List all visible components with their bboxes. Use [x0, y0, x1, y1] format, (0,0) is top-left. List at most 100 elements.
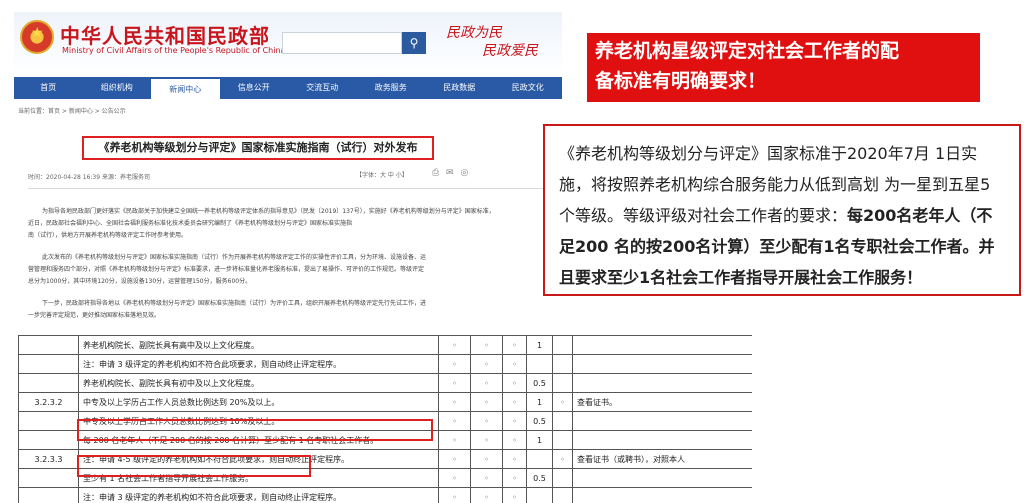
- row-score: [526, 354, 553, 374]
- row-mark: [552, 487, 573, 503]
- article-para-1b: 近日，民政部社会福利中心、全国社会福利服务标准化技术委员会研究编制了《养老机构等…: [28, 220, 353, 227]
- row-mark: ◦: [438, 449, 471, 469]
- article-title: 《养老机构等级划分与评定》国家标准实施指南（试行）对外发布: [82, 136, 434, 160]
- row-mark: ◦: [470, 392, 503, 412]
- row-mark: ◦: [502, 430, 527, 450]
- row-mark: ◦: [438, 430, 471, 450]
- article-para-3a: 下一步，民政部将指导各地以《养老机构等级划分与评定》国家标准实施指南（试行）为评…: [42, 300, 427, 307]
- row-mark: ◦: [502, 487, 527, 503]
- row-evaluation-method: [572, 335, 752, 355]
- nav-item-home[interactable]: 首页: [14, 77, 83, 99]
- site-logo-english: Ministry of Civil Affairs of the People'…: [62, 46, 286, 55]
- breadcrumb[interactable]: 当前位置：首页 > 新闻中心 > 公告公示: [18, 106, 126, 115]
- article-para-2c: 总分为1000分，其中环境120分，设施设备130分，运营管理150分，服务60…: [28, 278, 252, 285]
- row-mark: [552, 430, 573, 450]
- highlight-ratio-requirement: [77, 419, 433, 441]
- row-code: [18, 373, 79, 393]
- site-logo-chinese[interactable]: 中华人民共和国民政部: [60, 20, 270, 49]
- row-mark: ◦: [470, 468, 503, 488]
- row-code: [18, 430, 79, 450]
- row-mark: ◦: [438, 373, 471, 393]
- row-mark: [552, 468, 573, 488]
- row-requirement: 中专及以上学历占工作人员总数比例达到 20%及以上。: [78, 392, 439, 412]
- emblem-star-icon: ★: [31, 25, 44, 41]
- row-evaluation-method: [572, 468, 752, 488]
- slogan-line-2: 民政爱民: [482, 43, 538, 59]
- row-code: 3.2.3.3: [18, 449, 79, 469]
- row-mark: ◦: [502, 468, 527, 488]
- row-mark: ◦: [470, 335, 503, 355]
- row-code: [18, 354, 79, 374]
- site-search-input[interactable]: [282, 32, 402, 54]
- row-mark: ◦: [470, 430, 503, 450]
- row-mark: [552, 335, 573, 355]
- row-evaluation-method: [572, 487, 752, 503]
- row-score: 1: [526, 392, 553, 412]
- row-mark: ◦: [502, 392, 527, 412]
- row-score: 0.5: [526, 373, 553, 393]
- row-mark: ◦: [470, 487, 503, 503]
- main-nav: 首页 组织机构 新闻中心 信息公开 交流互动 政务服务 民政数据 民政文化: [14, 77, 562, 99]
- row-mark: ◦: [470, 411, 503, 431]
- nav-item-data[interactable]: 民政数据: [425, 77, 494, 99]
- font-size-control[interactable]: 【字体：大 中 小】: [356, 170, 408, 179]
- row-requirement: 注：申请 3 级评定的养老机构如不符合此项要求，则自动终止评定程序。: [78, 487, 439, 503]
- row-evaluation-method: 查看证书（或聘书），对照本人: [572, 449, 752, 469]
- nav-item-organization[interactable]: 组织机构: [83, 77, 152, 99]
- meta-divider: [28, 188, 548, 189]
- nav-item-interaction[interactable]: 交流互动: [288, 77, 357, 99]
- nav-item-services[interactable]: 政务服务: [357, 77, 426, 99]
- headline-line-1: 养老机构星级评定对社会工作者的配: [595, 40, 900, 62]
- table-row: 养老机构院长、副院长具有初中及以上文化程度。 ◦ ◦ ◦ 0.5: [18, 373, 752, 393]
- row-score: 0.5: [526, 468, 553, 488]
- headline-line-2: 备标准有明确要求！: [595, 70, 767, 92]
- row-mark: ◦: [470, 449, 503, 469]
- row-mark: ◦: [552, 392, 573, 412]
- row-requirement: 养老机构院长、副院长具有高中及以上文化程度。: [78, 335, 439, 355]
- row-score: 0.5: [526, 411, 553, 431]
- row-evaluation-method: [572, 411, 752, 431]
- slogan-line-1: 民政为民: [446, 25, 502, 41]
- row-evaluation-method: [572, 354, 752, 374]
- row-mark: ◦: [470, 354, 503, 374]
- article-para-2b: 营管理和服务四个部分，对照《养老机构等级划分与评定》标准要求，进一步将标准量化养…: [28, 266, 425, 273]
- share-icons[interactable]: ⎙ ✉ ◎: [432, 168, 470, 178]
- row-code: [18, 487, 79, 503]
- row-code: [18, 335, 79, 355]
- row-code: 3.2.3.2: [18, 392, 79, 412]
- search-icon[interactable]: ⚲: [402, 32, 426, 54]
- row-mark: ◦: [438, 392, 471, 412]
- row-code: [18, 468, 79, 488]
- row-mark: ◦: [438, 487, 471, 503]
- highlight-guidance-requirement: [77, 455, 311, 477]
- row-evaluation-method: [572, 373, 752, 393]
- row-score: [526, 449, 553, 469]
- row-mark: ◦: [438, 468, 471, 488]
- row-evaluation-method: [572, 430, 752, 450]
- article-para-1c: 南（试行），供地方开展养老机构等级评定工作时参考使用。: [28, 232, 188, 239]
- article-para-1a: 为指导各地民政部门更好落实《民政部关于加快建立全国统一养老机构等级评定体系的指导…: [42, 208, 495, 215]
- table-row: 注：申请 3 级评定的养老机构如不符合此项要求，则自动终止评定程序。 ◦ ◦ ◦: [18, 354, 752, 374]
- article-para-2a: 此次发布的《养老机构等级划分与评定》国家标准实施指南（试行）作为开展养老机构等级…: [42, 254, 427, 261]
- article-para-3b: 一步完善评定规范，更好推动国家标准落地见效。: [28, 312, 161, 319]
- row-score: 1: [526, 335, 553, 355]
- nav-item-culture[interactable]: 民政文化: [494, 77, 563, 99]
- row-score: 1: [526, 430, 553, 450]
- nav-item-disclosure[interactable]: 信息公开: [220, 77, 289, 99]
- row-mark: ◦: [502, 411, 527, 431]
- table-row: 3.2.3.2 中专及以上学历占工作人员总数比例达到 20%及以上。 ◦ ◦ ◦ 1 ◦ 查看…: [18, 392, 752, 412]
- row-requirement: 养老机构院长、副院长具有初中及以上文化程度。: [78, 373, 439, 393]
- row-score: [526, 487, 553, 503]
- row-mark: ◦: [502, 449, 527, 469]
- row-mark: [552, 373, 573, 393]
- row-code: [18, 411, 79, 431]
- row-mark: ◦: [470, 373, 503, 393]
- ministry-website-screenshot: ★ 中华人民共和国民政部 Ministry of Civil Affairs o…: [14, 12, 562, 330]
- row-requirement: 注：申请 3 级评定的养老机构如不符合此项要求，则自动终止评定程序。: [78, 354, 439, 374]
- headline-banner: 养老机构星级评定对社会工作者的配 备标准有明确要求！: [587, 33, 980, 102]
- table-row: 养老机构院长、副院长具有高中及以上文化程度。 ◦ ◦ ◦ 1: [18, 335, 752, 355]
- standard-table-excerpt: 养老机构院长、副院长具有高中及以上文化程度。 ◦ ◦ ◦ 1 注：申请 3 级评定的养老机…: [18, 335, 752, 503]
- nav-item-news[interactable]: 新闻中心: [151, 77, 220, 99]
- row-mark: ◦: [438, 411, 471, 431]
- row-mark: ◦: [502, 373, 527, 393]
